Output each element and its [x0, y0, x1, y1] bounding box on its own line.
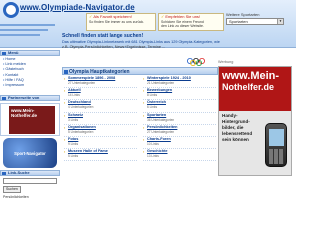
- category-count: 8 Links: [147, 93, 158, 98]
- category-item: ▪ Winterspiele 1924 - 2010 21 Unterkategor…: [143, 76, 216, 89]
- ad-copy-line-1: Handy-Hintergrund-: [222, 113, 250, 124]
- sport-select-value: Sportarten: [229, 19, 248, 24]
- bullet-icon: ▪: [64, 137, 66, 142]
- category-item: ▪ Museen Halle of Fame 5 Links: [64, 149, 137, 162]
- category-count: 36 Unterkategorien: [147, 117, 175, 122]
- category-item: ▪ Bewerbungen 8 Links: [143, 88, 216, 101]
- bullet-icon: ▪: [143, 113, 145, 118]
- category-item: ▪ Fotos 9 Links: [64, 137, 137, 150]
- intro-text: Das ultimative Olympia-Linknetzwerk mit …: [62, 40, 226, 50]
- partner-banner[interactable]: www.Mein- Nothelfer.de: [9, 106, 55, 135]
- recommend-subtext-2: den Link zu dieser Website.: [161, 23, 204, 28]
- persoenlichkeiten-label: Persönlichkeiten: [3, 194, 29, 199]
- sidebar: Menü Home Link melden Gästebuch Kontakt …: [0, 50, 60, 246]
- category-item: ▪ Schweiz 3 Links: [64, 113, 137, 125]
- ad-header-band: www.Mein- Nothelfer.de: [219, 67, 291, 111]
- ad-copy: Handy-Hintergrund- bilder, die lebensret…: [222, 113, 262, 143]
- bullet-icon: ▪: [143, 101, 145, 106]
- categories-heading: Olympia Hauptkategorien: [62, 67, 218, 75]
- category-count: 13 Links: [147, 154, 159, 159]
- ad-copy-line-2: bilder, die lebensrettend: [222, 125, 253, 136]
- favorite-subtext: So finden Sie immer zu uns zurück.: [89, 19, 145, 24]
- category-count: 10 Links: [147, 141, 159, 146]
- category-count: 4 Unterkategorien: [68, 105, 94, 110]
- bullet-icon: ▪: [143, 137, 145, 142]
- sport-select[interactable]: Sportarten ▼: [226, 18, 284, 25]
- intro-title: Schnell finden statt lange suchen!: [62, 33, 144, 39]
- category-item: ▪ Aktuell 14 Links: [64, 88, 137, 101]
- category-item: ▪ Charts-Foren 10 Links: [143, 137, 216, 150]
- category-count: 14 Links: [68, 93, 80, 98]
- bullet-icon: ▪: [64, 113, 66, 118]
- category-item: ▪ Persönlichkeiten 27 Unterkategorien: [143, 125, 216, 137]
- bullet-icon: ▪: [64, 77, 66, 81]
- nav-item-impressum[interactable]: Impressum: [3, 83, 60, 88]
- check-icon: ✓: [89, 14, 93, 19]
- ad-copy-line-3: sein können: [222, 137, 249, 142]
- category-grid: ▪ Sommerspiele 1896 - 2008 27 Unterkategor…: [62, 75, 218, 162]
- partner-banner-line-2: Nothelfer.de: [11, 113, 38, 119]
- mail-icon: ✓: [161, 14, 165, 19]
- category-count: 9 Links: [68, 141, 79, 146]
- category-count: 6 Links: [147, 105, 158, 110]
- bullet-icon: ▪: [143, 150, 145, 155]
- bullet-icon: ▪: [143, 89, 145, 94]
- ad-domain-line-1: www.Mein-: [222, 70, 280, 82]
- phone-icon: [265, 123, 287, 167]
- ad-domain-line-2: Nothelfer.de: [222, 82, 275, 92]
- olympic-rings-icon: [187, 58, 205, 66]
- logo-stripes: [0, 20, 60, 48]
- sport-select-label: Weitere Sportarten: [226, 12, 260, 17]
- intro-line-2: z.B. Olympia-Persönlichkeiten, News+Erge…: [62, 45, 166, 50]
- category-count: 27 Unterkategorien: [68, 81, 96, 85]
- intro-line-1: Das ultimative Olympia-Linknetzwerk mit …: [62, 40, 220, 44]
- bullet-icon: ▪: [64, 150, 66, 155]
- main-content: Olympia Hauptkategorien ▪ Sommerspiele 18…: [62, 58, 218, 246]
- ad-banner[interactable]: www.Mein- Nothelfer.de Handy-Hintergrund…: [218, 66, 292, 176]
- bullet-icon: ▪: [143, 77, 145, 81]
- partner-heading: Partnerseite von: [0, 95, 60, 102]
- category-item: ▪ Sportarten 36 Unterkategorien: [143, 113, 216, 125]
- category-item: ▪ Österreich 6 Links: [143, 100, 216, 113]
- phone-screen: [269, 129, 284, 146]
- link-search-heading: Link-Suche: [0, 170, 60, 177]
- link-search-input[interactable]: [3, 178, 57, 185]
- intro: Schnell finden statt lange suchen! Das u…: [62, 33, 226, 50]
- search-button[interactable]: Suchen: [3, 186, 21, 193]
- site-title[interactable]: www.Olympiade-Navigator.de: [20, 3, 135, 12]
- menu-heading: Menü: [0, 50, 60, 56]
- bullet-icon: ▪: [143, 125, 145, 130]
- categories-icon: [64, 70, 68, 74]
- ad-label: Werbung: [218, 60, 234, 64]
- category-item: ▪ Deutschland 4 Unterkategorien: [64, 100, 137, 113]
- category-item: ▪ Sommerspiele 1896 - 2008 27 Unterkategor…: [64, 76, 137, 89]
- sport-select-panel: Weitere Sportarten Sportarten ▼: [226, 12, 290, 38]
- partner-icon: [2, 97, 6, 101]
- category-count: 5 Links: [68, 154, 79, 159]
- chevron-down-icon[interactable]: ▼: [277, 19, 283, 24]
- nav-list: Home Link melden Gästebuch Kontakt Hilfe…: [0, 56, 60, 89]
- bullet-icon: ▪: [64, 125, 66, 130]
- category-item: ▪ Geschichte 13 Links: [143, 149, 216, 162]
- bullet-icon: ▪: [64, 101, 66, 106]
- category-item: ▪ Organisationen 5 Unterkategorien: [64, 125, 137, 137]
- menu-icon: [2, 52, 6, 55]
- sport-navigator-badge[interactable]: Sport-Navigator: [3, 138, 57, 169]
- favorite-box: ✓Als Favorit speichern! So finden Sie im…: [86, 13, 156, 31]
- recommend-box: ✓Empfehlen Sie uns! Schicken Sie einem F…: [158, 13, 224, 31]
- category-count: 27 Unterkategorien: [147, 129, 175, 134]
- category-count: 21 Unterkategorien: [147, 81, 175, 85]
- logo-icon: [3, 2, 19, 18]
- phone-keypad: [269, 149, 284, 164]
- partner-box[interactable]: www.Mein- Nothelfer.de: [0, 103, 60, 137]
- category-count: 3 Links: [68, 117, 79, 122]
- bullet-icon: ▪: [64, 89, 66, 94]
- search-icon: [2, 172, 6, 176]
- category-count: 5 Unterkategorien: [68, 129, 94, 134]
